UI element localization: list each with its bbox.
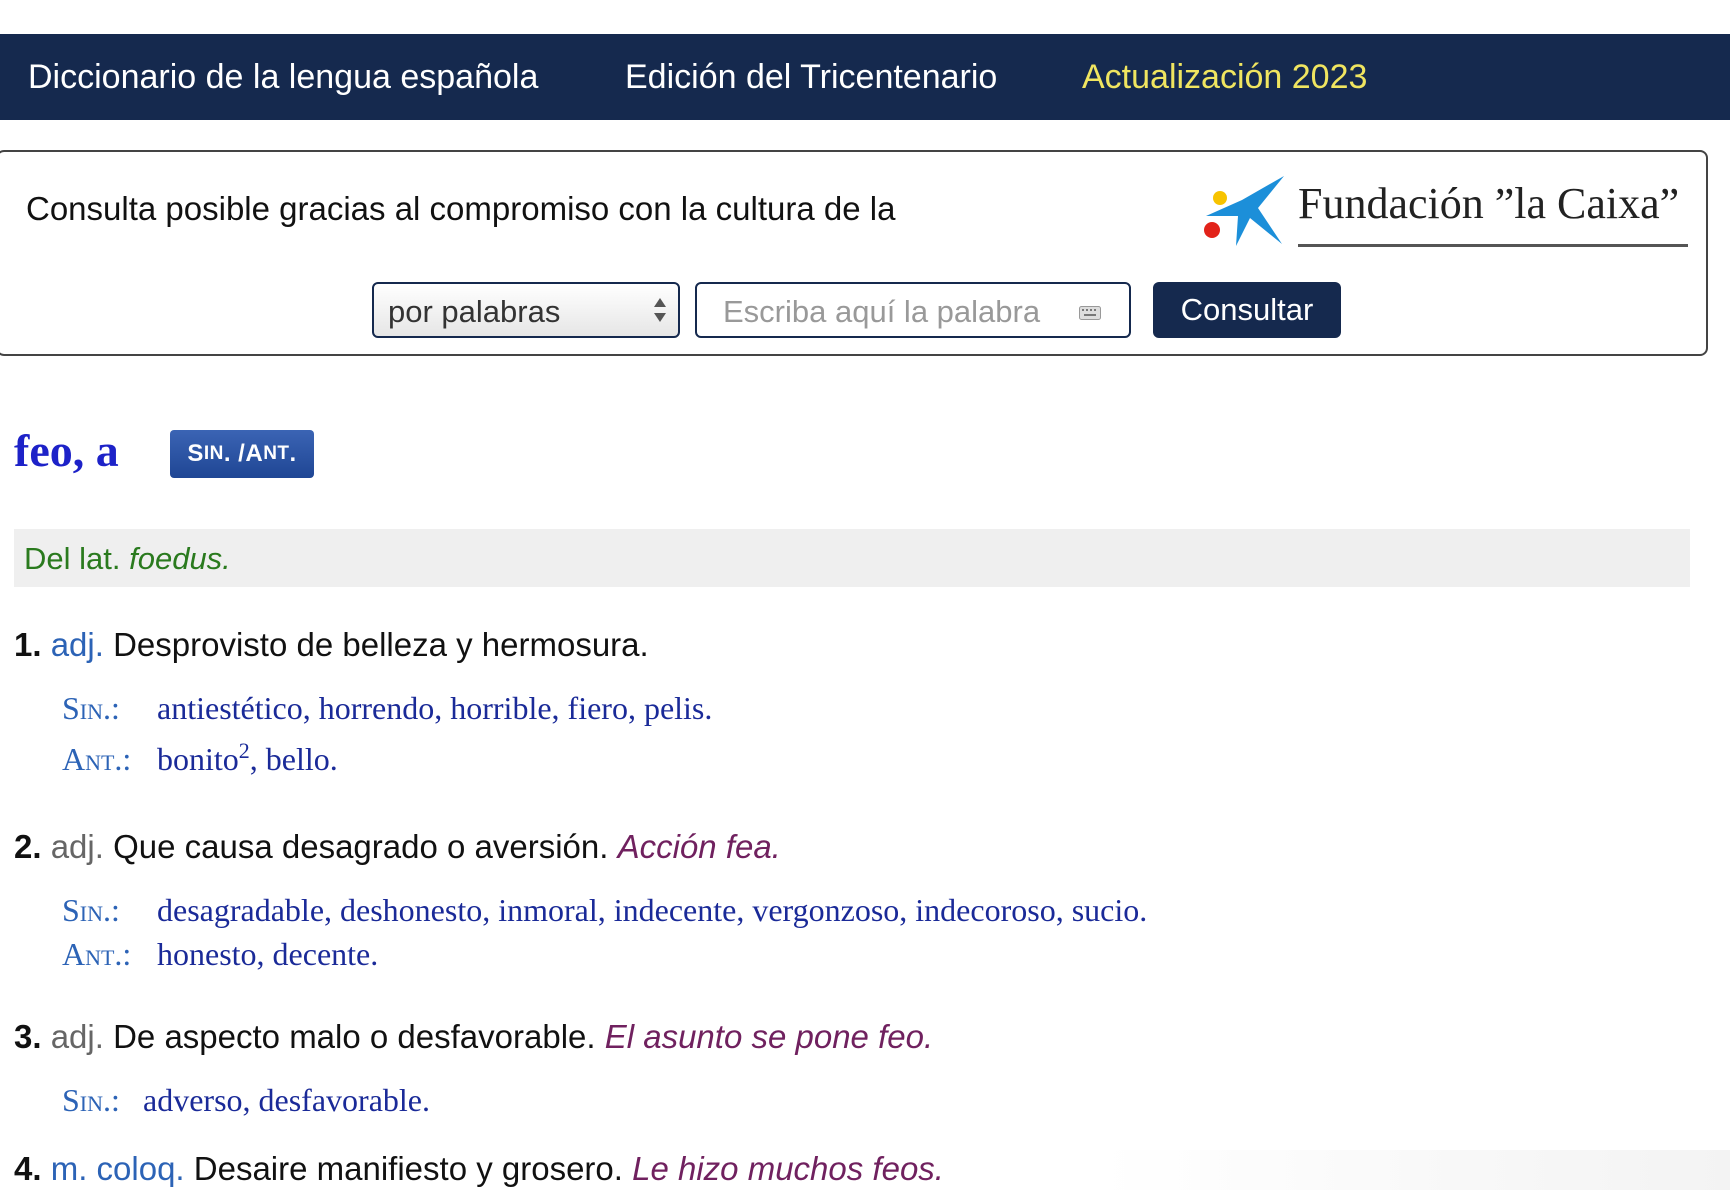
nav-actualizacion[interactable]: Actualización 2023	[1082, 58, 1367, 97]
sponsor-text: Consulta posible gracias al compromiso c…	[26, 190, 896, 227]
antonym-list[interactable]: bonito2, bello.	[157, 738, 338, 777]
etymology: Del lat. foedus.	[14, 529, 1690, 587]
ant-label: Ant.:	[62, 741, 132, 777]
select-arrows-icon	[654, 298, 666, 322]
sense-abbr[interactable]: adj.	[51, 1018, 104, 1055]
search-mode-select[interactable]: por palabras	[372, 282, 680, 338]
search-input[interactable]: Escriba aquí la palabra	[695, 282, 1131, 338]
logo-underline	[1298, 244, 1688, 247]
sense-example: Le hizo muchos feos.	[632, 1150, 944, 1187]
sense-number: 2.	[14, 828, 42, 865]
sense-1-synonyms: Sin.: antiestético, horrendo, horrible, f…	[62, 690, 712, 727]
synonym-list[interactable]: desagradable, deshonesto, inmoral, indec…	[157, 892, 1147, 928]
etymology-text: Del lat. foedus.	[24, 541, 231, 576]
top-navbar: Diccionario de la lengua española Edició…	[0, 34, 1730, 120]
sense-3: 3. adj. De aspecto malo o desfavorable. …	[14, 1018, 933, 1056]
sense-abbr[interactable]: m. coloq.	[51, 1150, 185, 1187]
la-caixa-star-logo-icon	[1204, 176, 1284, 246]
ant-label: Ant.:	[62, 936, 132, 972]
sense-example: Acción fea.	[617, 828, 781, 865]
antonym-list[interactable]: honesto, decente.	[157, 936, 378, 972]
sense-abbr[interactable]: adj.	[51, 828, 104, 865]
sense-1: 1. adj. Desprovisto de belleza y hermosu…	[14, 626, 649, 664]
headword: feo, a	[14, 425, 119, 476]
nav-edicion-tricentenario[interactable]: Edición del Tricentenario	[625, 58, 997, 97]
sponsor-logo-text: Fundación ”la Caixa”	[1298, 179, 1680, 228]
syn-label: Sin.:	[62, 892, 120, 928]
search-panel: Consulta posible gracias al compromiso c…	[0, 150, 1708, 356]
search-mode-value: por palabras	[388, 294, 561, 329]
sense-2-synonyms: Sin.: desagradable, deshonesto, inmoral, …	[62, 892, 1147, 929]
sense-4: 4. m. coloq. Desaire manifiesto y groser…	[14, 1150, 944, 1188]
sense-definition: Desprovisto de belleza y hermosura.	[113, 626, 649, 663]
sense-abbr[interactable]: adj.	[51, 626, 104, 663]
sense-2: 2. adj. Que causa desagrado o aversión. …	[14, 828, 781, 866]
nav-diccionario[interactable]: Diccionario de la lengua española	[28, 58, 538, 97]
syn-label: Sin.:	[62, 1082, 120, 1118]
synonym-list[interactable]: adverso, desfavorable.	[143, 1082, 430, 1118]
sense-number: 1.	[14, 626, 42, 663]
sense-definition: Que causa desagrado o aversión.	[113, 828, 609, 865]
consultar-button[interactable]: Consultar	[1153, 282, 1341, 338]
sense-1-antonyms: Ant.: bonito2, bello.	[62, 738, 338, 778]
etymology-word[interactable]: foedus.	[129, 541, 231, 576]
synonym-list[interactable]: antiestético, horrendo, horrible, fiero,…	[157, 690, 712, 726]
sense-number: 4.	[14, 1150, 42, 1187]
bottom-scroll-fade	[1100, 1150, 1730, 1190]
search-placeholder: Escriba aquí la palabra	[723, 294, 1041, 329]
sin-ant-button[interactable]: S IN. / A NT.	[170, 430, 314, 478]
sense-number: 3.	[14, 1018, 42, 1055]
sense-example: El asunto se pone feo.	[604, 1018, 934, 1055]
sense-2-antonyms: Ant.: honesto, decente.	[62, 936, 378, 973]
keyboard-icon[interactable]	[1079, 306, 1101, 320]
top-strip	[0, 0, 1730, 34]
sense-definition: Desaire manifiesto y grosero.	[193, 1150, 623, 1187]
syn-label: Sin.:	[62, 690, 120, 726]
sense-3-synonyms: Sin.: adverso, desfavorable.	[62, 1082, 430, 1119]
sponsor-logo[interactable]: Fundación ”la Caixa”	[1198, 172, 1688, 252]
sense-definition: De aspecto malo o desfavorable.	[113, 1018, 596, 1055]
